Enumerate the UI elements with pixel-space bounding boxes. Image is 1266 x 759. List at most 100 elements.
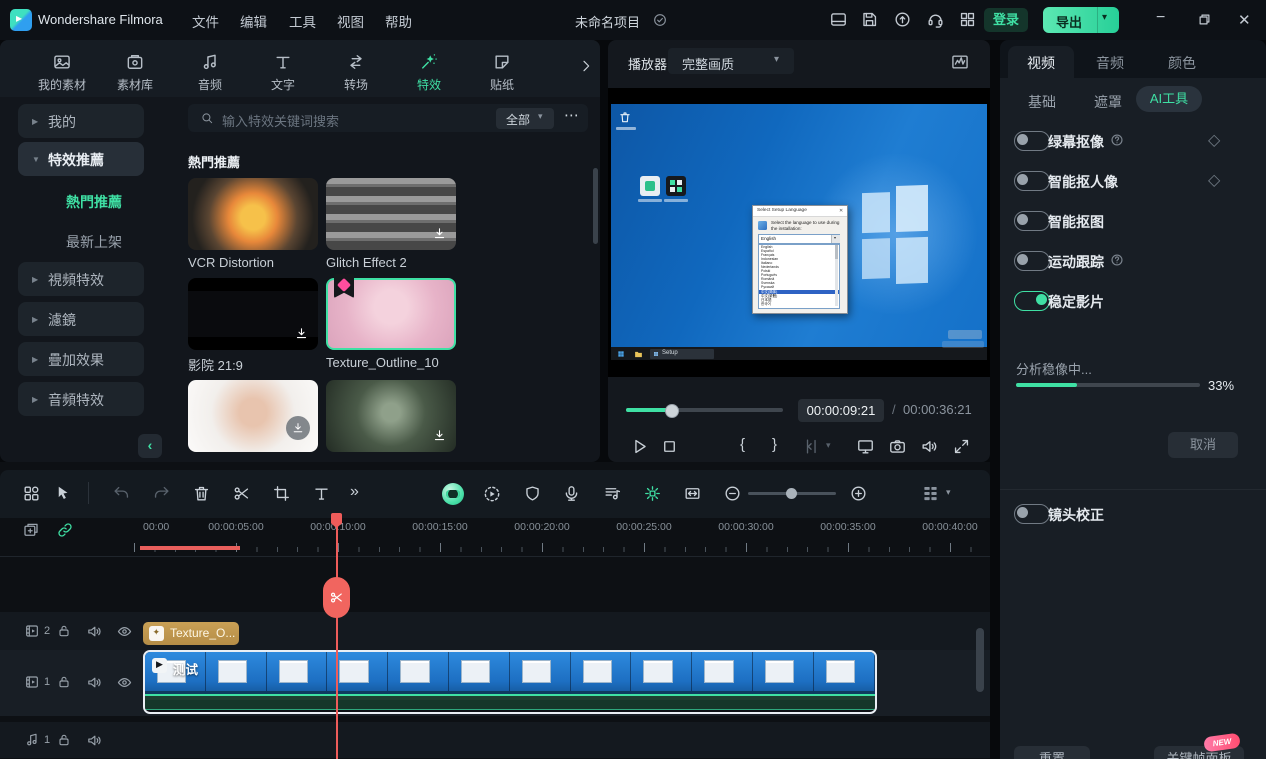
render-preview-icon[interactable] bbox=[482, 484, 502, 504]
marker-shield-icon[interactable] bbox=[523, 484, 542, 503]
volume-button[interactable] bbox=[920, 437, 939, 456]
mark-out-button[interactable]: } bbox=[772, 436, 777, 453]
restore-button[interactable] bbox=[1197, 12, 1212, 27]
menu-edit[interactable]: 编辑 bbox=[240, 11, 267, 31]
fullscreen-button[interactable] bbox=[952, 437, 971, 456]
crop-icon[interactable] bbox=[272, 484, 291, 503]
snapshot-camera-button[interactable] bbox=[888, 437, 907, 456]
timeline-scrollbar[interactable] bbox=[976, 628, 984, 692]
toggle-lens-correction[interactable] bbox=[1014, 504, 1050, 524]
sidebar-item-mine[interactable]: ▶ 我的 bbox=[18, 104, 144, 138]
export-button[interactable]: 导出 ▾ bbox=[1043, 7, 1119, 33]
toggle-motion-tracking[interactable] bbox=[1014, 251, 1050, 271]
apps-grid-icon[interactable] bbox=[958, 10, 977, 29]
zoom-out-icon[interactable] bbox=[723, 484, 742, 503]
render-preview-quality-icon[interactable] bbox=[950, 52, 970, 72]
sidebar-item-newest[interactable]: 最新上架 bbox=[66, 232, 122, 252]
toggle-stabilization[interactable] bbox=[1014, 291, 1050, 311]
help-icon[interactable] bbox=[1110, 133, 1124, 147]
sidebar-item-filters[interactable]: ▶ 濾鏡 bbox=[18, 302, 144, 336]
upload-cloud-icon[interactable] bbox=[893, 10, 912, 29]
sidebar-item-overlays[interactable]: ▶ 疊加效果 bbox=[18, 342, 144, 376]
close-button[interactable]: ✕ bbox=[1238, 11, 1251, 29]
display-device-button[interactable] bbox=[856, 437, 875, 456]
more-options-button[interactable]: ⋯ bbox=[564, 106, 580, 124]
zoom-slider-handle[interactable] bbox=[786, 488, 797, 499]
effects-scrollbar[interactable] bbox=[593, 168, 598, 244]
minimize-button[interactable]: − bbox=[1156, 9, 1165, 27]
chevron-down-icon[interactable]: ▾ bbox=[826, 440, 831, 451]
effect-card-cinema[interactable]: 影院 21:9 bbox=[188, 278, 318, 350]
cancel-button[interactable]: 取消 bbox=[1168, 432, 1238, 458]
lock-icon[interactable] bbox=[56, 623, 72, 639]
eye-visibility-icon[interactable] bbox=[116, 674, 133, 691]
subtab-mask[interactable]: 遮罩 bbox=[1094, 92, 1122, 112]
menu-view[interactable]: 视图 bbox=[337, 11, 364, 31]
add-text-icon[interactable] bbox=[312, 484, 331, 503]
login-button[interactable]: 登录 bbox=[984, 8, 1028, 32]
eye-visibility-icon[interactable] bbox=[116, 623, 133, 640]
track-manager-icon[interactable] bbox=[920, 483, 941, 504]
seek-handle[interactable] bbox=[665, 404, 679, 418]
video-clip-selected[interactable]: ▶ 测试 bbox=[143, 650, 877, 714]
subtab-basic[interactable]: 基础 bbox=[1028, 92, 1056, 112]
seek-bar[interactable] bbox=[626, 408, 783, 412]
effect-card-portrait[interactable] bbox=[188, 380, 318, 452]
mark-in-button[interactable]: { bbox=[740, 436, 745, 453]
layout-icon[interactable] bbox=[829, 10, 848, 29]
toggle-green-screen[interactable] bbox=[1014, 131, 1050, 151]
playhead-line[interactable] bbox=[336, 516, 338, 759]
mute-speaker-icon[interactable] bbox=[86, 623, 103, 640]
save-icon[interactable] bbox=[860, 10, 879, 29]
filter-dropdown[interactable]: 全部 ▾ bbox=[496, 108, 554, 129]
ai-copilot-icon[interactable] bbox=[442, 483, 464, 505]
subtab-ai-tools-active[interactable]: AI工具 bbox=[1136, 86, 1202, 112]
effect-card-texture-selected[interactable]: Texture_Outline_10 bbox=[326, 278, 456, 350]
current-timecode[interactable]: 00:00:09:21 bbox=[798, 399, 884, 422]
auto-beat-sync-icon[interactable] bbox=[643, 484, 662, 503]
texture-effect-clip[interactable]: ✦ Texture_O... bbox=[143, 622, 239, 645]
mute-speaker-icon[interactable] bbox=[86, 732, 103, 749]
playhead-scissors-button[interactable] bbox=[323, 577, 350, 618]
more-tools-chevrons[interactable]: » bbox=[350, 483, 359, 501]
menu-tools[interactable]: 工具 bbox=[289, 11, 316, 31]
lock-icon[interactable] bbox=[56, 674, 72, 690]
sidebar-item-recommended[interactable]: ▼ 特效推薦 bbox=[18, 142, 144, 176]
menu-file[interactable]: 文件 bbox=[192, 11, 219, 31]
zoom-in-icon[interactable] bbox=[849, 484, 868, 503]
toggle-ai-portrait[interactable] bbox=[1014, 171, 1050, 191]
effect-card-glitch[interactable]: Glitch Effect 2 bbox=[326, 178, 456, 250]
tab-video-active[interactable]: 视频 bbox=[1008, 46, 1074, 78]
menu-help[interactable]: 帮助 bbox=[385, 11, 412, 31]
tab-color[interactable]: 颜色 bbox=[1168, 53, 1196, 73]
reset-button[interactable]: 重置 bbox=[1014, 746, 1090, 759]
sidebar-item-video-effects[interactable]: ▶ 視頻特效 bbox=[18, 262, 144, 296]
voiceover-mic-icon[interactable] bbox=[562, 484, 581, 503]
sidebar-collapse-button[interactable]: ‹ bbox=[138, 434, 162, 458]
audio-mixer-icon[interactable] bbox=[603, 484, 622, 503]
help-icon[interactable] bbox=[1110, 253, 1124, 267]
tabstrip-expand-chevron-icon[interactable] bbox=[578, 58, 594, 74]
zoom-to-fit-icon[interactable] bbox=[683, 484, 702, 503]
tab-audio[interactable]: 音频 bbox=[1096, 53, 1124, 73]
timeline-ruler[interactable]: 00:0000:00:05:0000:00:10:0000:00:15:0000… bbox=[0, 521, 990, 535]
toggle-smart-cutout[interactable] bbox=[1014, 211, 1050, 231]
trim-split-button-disabled[interactable] bbox=[800, 437, 819, 456]
sidebar-item-hot-selected[interactable]: 熱門推薦 bbox=[66, 192, 122, 212]
support-headset-icon[interactable] bbox=[926, 10, 945, 29]
lock-icon[interactable] bbox=[56, 732, 72, 748]
effect-card-vcr[interactable]: VCR Distortion bbox=[188, 178, 318, 250]
redo-icon[interactable] bbox=[152, 484, 171, 503]
mute-speaker-icon[interactable] bbox=[86, 674, 103, 691]
effect-card-forest[interactable] bbox=[326, 380, 456, 452]
media-browser-icon[interactable] bbox=[22, 484, 41, 503]
delete-icon[interactable] bbox=[192, 484, 211, 503]
split-scissors-icon[interactable] bbox=[232, 484, 251, 503]
effects-search-input[interactable]: 输入特效关键词搜索 全部 ▾ ⋯ bbox=[188, 104, 588, 132]
quality-dropdown[interactable]: 完整画质 ▾ bbox=[668, 48, 794, 74]
chevron-down-icon[interactable]: ▾ bbox=[946, 487, 951, 498]
sidebar-item-audio-effects[interactable]: ▶ 音頻特效 bbox=[18, 382, 144, 416]
undo-icon[interactable] bbox=[112, 484, 131, 503]
stop-button[interactable] bbox=[660, 437, 679, 456]
select-tool-icon[interactable] bbox=[54, 484, 73, 503]
